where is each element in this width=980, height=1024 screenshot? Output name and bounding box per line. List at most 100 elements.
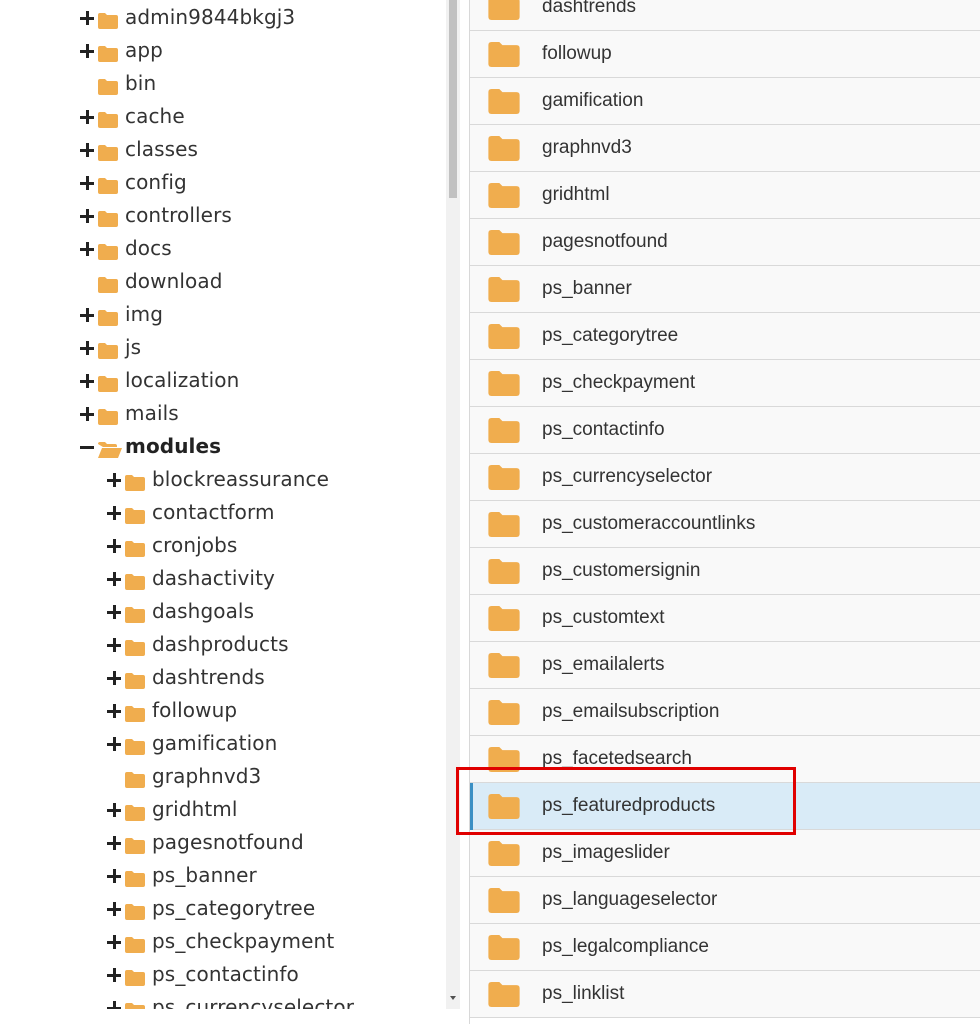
tree-scrollbar[interactable] — [446, 0, 460, 1009]
expand-plus-icon[interactable] — [80, 308, 94, 322]
expand-plus-icon[interactable] — [107, 506, 121, 520]
tree-item[interactable]: pagesnotfound — [0, 827, 446, 860]
list-row[interactable]: ps_languageselector — [470, 877, 980, 924]
tree-item[interactable]: docs — [0, 233, 446, 266]
tree-item[interactable]: cache — [0, 101, 446, 134]
list-item-label: ps_emailalerts — [542, 654, 665, 675]
tree-item[interactable]: dashtrends — [0, 662, 446, 695]
expand-plus-icon[interactable] — [107, 737, 121, 751]
expand-plus-icon[interactable] — [80, 209, 94, 223]
tree-item[interactable]: ps_checkpayment — [0, 926, 446, 959]
list-row[interactable]: ps_categorytree — [470, 313, 980, 360]
list-row[interactable]: ps_customeraccountlinks — [470, 501, 980, 548]
expand-plus-icon[interactable] — [80, 143, 94, 157]
tree-item[interactable]: ps_categorytree — [0, 893, 446, 926]
list-row[interactable]: dashtrends — [470, 0, 980, 31]
list-row[interactable]: followup — [470, 31, 980, 78]
expand-plus-icon[interactable] — [107, 803, 121, 817]
list-row[interactable]: pagesnotfound — [470, 219, 980, 266]
tree-item[interactable]: classes — [0, 134, 446, 167]
list-item-label: ps_legalcompliance — [542, 936, 709, 957]
tree-item[interactable]: bin — [0, 68, 446, 101]
tree-item[interactable]: config — [0, 167, 446, 200]
folder-icon — [125, 538, 145, 557]
tree-item[interactable]: followup — [0, 695, 446, 728]
expand-plus-icon[interactable] — [107, 638, 121, 652]
tree-item[interactable]: contactform — [0, 497, 446, 530]
expand-plus-icon[interactable] — [107, 968, 121, 982]
tree-item[interactable]: dashproducts — [0, 629, 446, 662]
expand-plus-icon[interactable] — [107, 671, 121, 685]
expand-plus-icon[interactable] — [80, 407, 94, 421]
tree-item[interactable]: img — [0, 299, 446, 332]
folder-icon — [125, 505, 145, 524]
tree-item-label: ps_contactinfo — [152, 962, 299, 986]
tree-item[interactable]: admin9844bkgj3 — [0, 2, 446, 35]
list-row[interactable]: gridhtml — [470, 172, 980, 219]
folder-icon — [125, 835, 145, 854]
expand-plus-icon[interactable] — [107, 935, 121, 949]
expand-plus-icon[interactable] — [107, 869, 121, 883]
tree-item[interactable]: modules — [0, 431, 446, 464]
tree-item-label: blockreassurance — [152, 467, 329, 491]
tree-item[interactable]: dashgoals — [0, 596, 446, 629]
list-row[interactable]: gamification — [470, 78, 980, 125]
tree-item[interactable]: app — [0, 35, 446, 68]
tree-item[interactable]: ps_contactinfo — [0, 959, 446, 992]
list-row[interactable]: ps_emailsubscription — [470, 689, 980, 736]
expand-plus-icon[interactable] — [107, 539, 121, 553]
list-row[interactable]: ps_linklist — [470, 971, 980, 1018]
list-row[interactable]: ps_checkpayment — [470, 360, 980, 407]
tree-item[interactable]: mails — [0, 398, 446, 431]
list-item-label: ps_featuredproducts — [542, 795, 716, 816]
expand-plus-icon[interactable] — [107, 704, 121, 718]
list-row[interactable]: ps_customtext — [470, 595, 980, 642]
list-row[interactable]: ps_customersignin — [470, 548, 980, 595]
list-row[interactable]: ps_imageslider — [470, 830, 980, 877]
expand-plus-icon[interactable] — [107, 473, 121, 487]
collapse-minus-icon[interactable] — [80, 440, 94, 454]
expand-plus-icon[interactable] — [107, 902, 121, 916]
scroll-down-arrow-icon[interactable] — [446, 993, 460, 1003]
tree-item[interactable]: graphnvd3 — [0, 761, 446, 794]
expand-plus-icon[interactable] — [80, 374, 94, 388]
list-row-selected[interactable]: ps_featuredproducts — [470, 783, 980, 830]
list-row[interactable]: ps_contactinfo — [470, 407, 980, 454]
tree-item[interactable]: ps_currencyselector — [0, 992, 446, 1009]
tree-item[interactable]: cronjobs — [0, 530, 446, 563]
list-row[interactable]: ps_emailalerts — [470, 642, 980, 689]
folder-open-icon — [98, 439, 122, 458]
folder-icon — [488, 512, 520, 537]
tree-item[interactable]: download — [0, 266, 446, 299]
expand-plus-icon[interactable] — [80, 176, 94, 190]
list-row[interactable]: ps_currencyselector — [470, 454, 980, 501]
expand-plus-icon[interactable] — [107, 1001, 121, 1009]
list-item-label: ps_linklist — [542, 983, 625, 1004]
expand-plus-icon[interactable] — [80, 44, 94, 58]
tree-item[interactable]: gamification — [0, 728, 446, 761]
tree-item[interactable]: controllers — [0, 200, 446, 233]
folder-icon — [488, 0, 520, 20]
expand-plus-icon[interactable] — [80, 341, 94, 355]
list-item-label: ps_contactinfo — [542, 419, 665, 440]
tree-item-label: gamification — [152, 731, 278, 755]
list-row[interactable]: ps_banner — [470, 266, 980, 313]
tree-item[interactable]: js — [0, 332, 446, 365]
expand-plus-icon[interactable] — [80, 11, 94, 25]
expand-plus-icon[interactable] — [80, 242, 94, 256]
expand-plus-icon[interactable] — [80, 110, 94, 124]
expand-plus-icon[interactable] — [107, 836, 121, 850]
tree-item[interactable]: gridhtml — [0, 794, 446, 827]
tree-item[interactable]: dashactivity — [0, 563, 446, 596]
folder-icon — [125, 868, 145, 887]
expand-plus-icon[interactable] — [107, 605, 121, 619]
tree-item[interactable]: ps_banner — [0, 860, 446, 893]
scrollbar-thumb[interactable] — [449, 0, 457, 198]
list-row[interactable]: ps_facetedsearch — [470, 736, 980, 783]
list-row[interactable]: graphnvd3 — [470, 125, 980, 172]
expand-plus-icon[interactable] — [107, 572, 121, 586]
tree-item[interactable]: localization — [0, 365, 446, 398]
list-row[interactable]: ps_legalcompliance — [470, 924, 980, 971]
tree-item[interactable]: blockreassurance — [0, 464, 446, 497]
tree-item-label: contactform — [152, 500, 275, 524]
